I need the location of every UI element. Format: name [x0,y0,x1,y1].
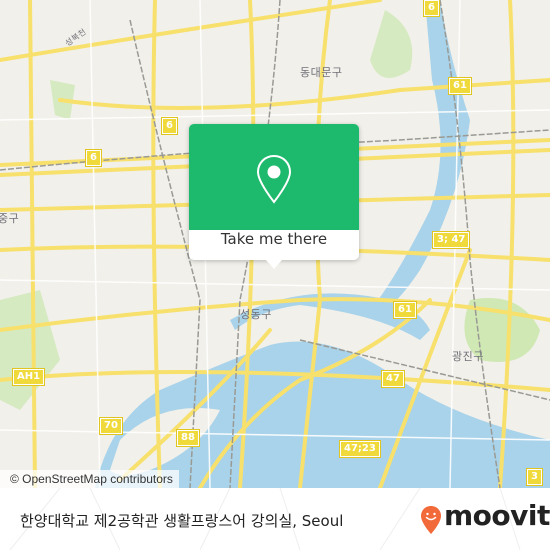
route-shield: 3 [526,468,543,486]
route-shield: 6 [85,149,102,167]
route-shield: 3; 47 [431,231,471,249]
route-shield: 6 [161,117,178,135]
popup-header [189,124,359,230]
district-label-junggu: 중구 [0,212,20,225]
route-shield: 47 [381,370,405,388]
district-label-gwangjin: 광진구 [452,350,484,363]
route-shield: 47;23 [339,440,381,458]
park-area [370,10,413,78]
moovit-brand: moovit [444,499,550,532]
route-shield: 70 [99,417,123,435]
take-me-there-button[interactable]: Take me there [189,230,359,260]
route-shield: 88 [176,429,200,447]
park-area [0,290,60,410]
district-label-dongdaemun: 동대문구 [300,66,343,79]
district-label-seongdong: 성동구 [240,308,272,321]
map-attribution[interactable]: © OpenStreetMap contributors [0,470,179,488]
popup-tail [266,260,282,269]
route-shield: 61 [448,77,472,95]
route-shield: 6 [423,0,440,17]
moovit-logo-icon [421,506,441,534]
route-shield: 61 [393,301,417,319]
destination-popup: Take me there [189,124,359,269]
location-pin-icon [256,154,292,204]
place-title: 한양대학교 제2공학관 생활프랑스어 강의실, Seoul [20,512,344,530]
route-shield: AH1 [11,368,46,386]
